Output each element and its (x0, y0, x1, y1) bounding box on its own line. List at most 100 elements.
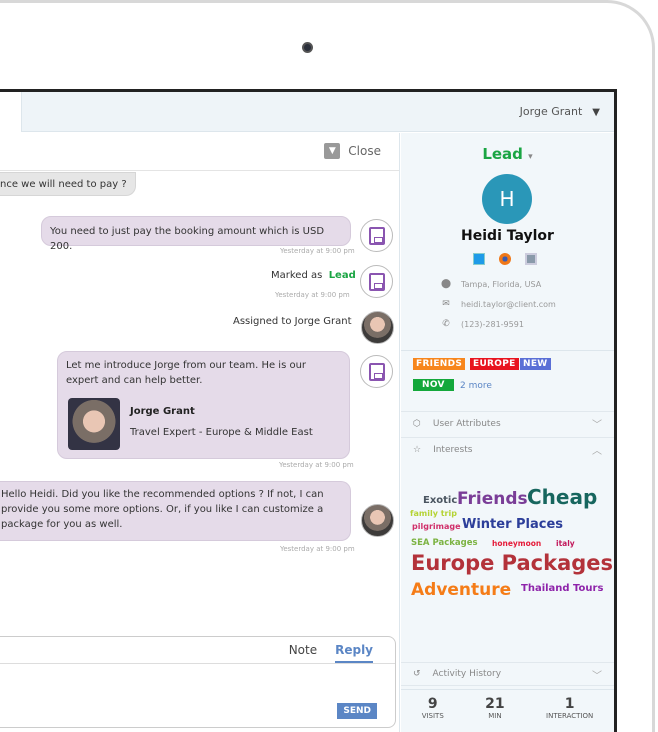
windows-icon (473, 253, 485, 265)
chevron-down-icon: ﹀ (592, 670, 602, 682)
tag-new[interactable]: NEW (520, 358, 551, 370)
assignment-message: Assigned to Jorge Grant (233, 316, 352, 327)
timestamp: Yesterday at 9:00 pm (275, 291, 350, 299)
status-prefix: Marked as (271, 270, 323, 281)
section-activity-history[interactable]: ↺ Activity History ﹀ (401, 662, 614, 686)
message-text: nce we will need to pay ? (0, 179, 127, 190)
interest-word: Thailand Tours (521, 583, 604, 594)
camera (302, 42, 313, 53)
caret-down-icon: ▼ (592, 107, 600, 118)
history-icon: ↺ (413, 669, 421, 679)
reply-tabs: Note Reply (289, 637, 373, 663)
tab-note[interactable]: Note (289, 637, 317, 663)
stat-value: 21 (485, 696, 505, 712)
interest-word: Friends (457, 489, 528, 509)
stat-minutes: 21 MIN (485, 696, 504, 720)
agent-avatar (361, 311, 394, 344)
download-icon: ▼ (324, 143, 341, 159)
reply-input[interactable] (4, 667, 384, 697)
bot-avatar (360, 355, 393, 388)
phone-text: (123)-281-9591 (461, 319, 524, 329)
tag-europe[interactable]: EUROPE (470, 358, 519, 370)
desktop-icon (525, 253, 537, 265)
stat-label: MIN (488, 712, 502, 720)
tab-reply[interactable]: Reply (335, 637, 373, 663)
contact-name: Heidi Taylor (461, 228, 554, 244)
interest-word: SEA Packages (411, 538, 478, 548)
message-text: Hello Heidi. Did you like the recommende… (1, 489, 324, 530)
contact-avatar: H (482, 174, 532, 224)
chevron-down-icon: ﹀ (592, 420, 602, 431)
robot-icon (368, 272, 385, 291)
interest-word: honeymoon (492, 539, 542, 548)
section-label: Interests (433, 444, 473, 455)
close-button[interactable]: ▼ Close (324, 143, 381, 159)
phone-row: ✆ (123)-281-9591 (441, 319, 524, 329)
status-label: Lead (482, 145, 523, 163)
message-bubble-agent: You need to just pay the booking amount … (41, 216, 351, 252)
interest-word: family trip (410, 509, 457, 518)
status-change-message: Marked as Lead (271, 270, 356, 281)
location-pin-icon: ⬤ (441, 279, 452, 289)
caret-down-icon: ▾ (528, 152, 533, 162)
stat-value: 9 (427, 696, 438, 712)
agent-card-photo (68, 398, 120, 450)
email-text[interactable]: heidi.taylor@client.com (461, 300, 556, 309)
message-text: Let me introduce Jorge from our team. He… (66, 360, 307, 386)
interest-word: Europe Packages (411, 551, 614, 575)
star-icon: ☆ (413, 444, 422, 455)
interest-word: Winter Places (462, 517, 564, 532)
close-label: Close (348, 144, 381, 158)
timestamp: Yesterday at 9:00 pm (279, 461, 354, 469)
stat-label: INTERACTION (546, 712, 594, 720)
divider (0, 663, 395, 664)
location-row: ⬤ Tampa, Florida, USA (441, 279, 541, 289)
section-interests[interactable]: ☆ Interests ︿ (401, 437, 614, 461)
reply-box: Note Reply SEND (0, 636, 396, 728)
agent-card-name: Jorge Grant (130, 406, 195, 417)
robot-icon (368, 226, 385, 245)
firefox-icon (499, 253, 511, 265)
more-tags-link[interactable]: 2 more (460, 381, 492, 391)
device-icons (473, 253, 537, 265)
mail-icon: ✉ (442, 299, 450, 309)
bot-avatar (360, 219, 393, 252)
interest-word: Exotic (423, 495, 458, 506)
top-left-panel (0, 92, 22, 132)
cube-icon: ⬡ (413, 418, 421, 429)
contact-sidebar: Lead ▾ H Heidi Taylor ⬤ Tampa, Florida, U… (401, 133, 614, 732)
top-bar: Jorge Grant ▼ (0, 92, 614, 132)
interest-word: Cheap (527, 485, 598, 509)
tag-nov[interactable]: NOV (413, 379, 454, 391)
robot-icon (368, 362, 385, 381)
tag-friends[interactable]: FRIENDS (413, 358, 466, 370)
user-menu[interactable]: Jorge Grant ▼ (520, 105, 600, 118)
bot-avatar (360, 265, 393, 298)
status-dropdown[interactable]: Lead ▾ (401, 145, 614, 163)
chevron-up-icon: ︿ (592, 446, 602, 457)
send-button[interactable]: SEND (337, 703, 377, 719)
stat-value: 1 (564, 696, 575, 712)
stat-interactions: 1 INTERACTION (546, 696, 593, 720)
stat-visits: 9 VISITS (422, 696, 444, 720)
agent-avatar (361, 504, 394, 537)
stat-label: VISITS (421, 712, 444, 720)
agent-card[interactable]: Jorge Grant Travel Expert - Europe & Mid… (68, 398, 340, 450)
activity-stats: 9 VISITS 21 MIN 1 INTERACTION (401, 689, 614, 720)
section-label: User Attributes (432, 418, 501, 429)
timestamp: Yesterday at 9:00 pm (280, 247, 355, 255)
chat-header: ▼ Close (0, 133, 399, 171)
user-name: Jorge Grant (519, 105, 583, 118)
app-screen: Jorge Grant ▼ ▼ Close nce we will need to … (0, 89, 617, 732)
location-text: Tampa, Florida, USA (461, 279, 542, 289)
section-user-attributes[interactable]: ⬡ User Attributes ﹀ (401, 411, 614, 435)
phone-icon: ✆ (442, 319, 450, 329)
message-bubble-customer: nce we will need to pay ? (0, 172, 136, 196)
interest-word: pilgrimage (412, 522, 461, 531)
email-row: ✉ heidi.taylor@client.com (441, 299, 556, 309)
interest-word: italy (556, 539, 575, 548)
divider (401, 350, 614, 351)
status-value: Lead (328, 270, 356, 281)
section-label: Activity History (432, 669, 502, 679)
interest-word: Adventure (411, 580, 512, 600)
